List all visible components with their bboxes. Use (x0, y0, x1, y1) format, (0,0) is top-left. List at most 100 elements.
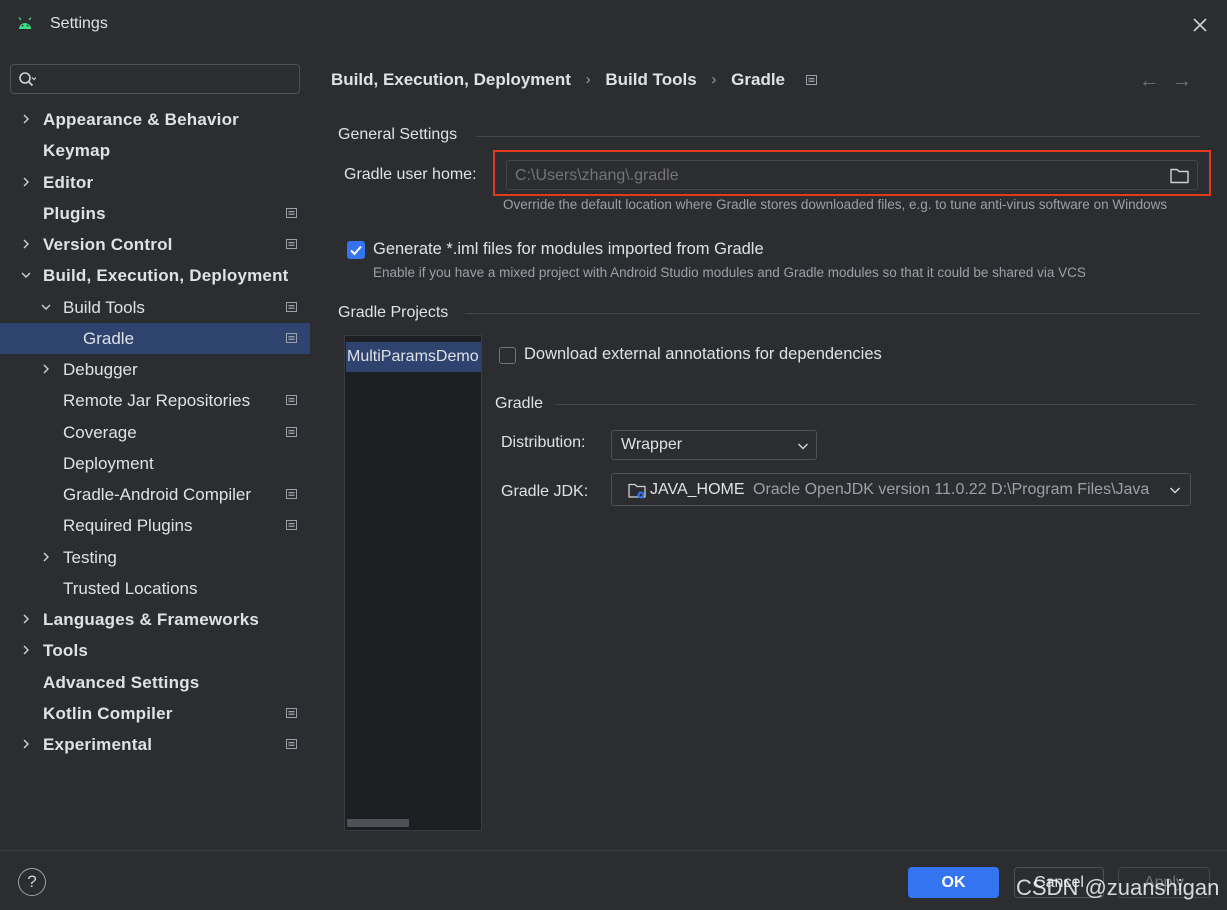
sidebar-item-label: Appearance & Behavior (43, 110, 239, 129)
gradle-projects-list[interactable]: MultiParamsDemo (344, 335, 482, 831)
project-level-icon (286, 395, 297, 405)
sidebar-item-label: Required Plugins (63, 516, 193, 535)
sidebar-item-label: Languages & Frameworks (43, 610, 260, 629)
gradle-jdk-label: Gradle JDK: (501, 483, 589, 500)
sidebar-item-remote-jar-repositories[interactable]: Remote Jar Repositories (0, 385, 310, 416)
ok-button[interactable]: OK (908, 867, 999, 898)
window-title: Settings (50, 15, 108, 32)
chevron-right-icon[interactable] (19, 175, 33, 189)
sidebar-item-trusted-locations[interactable]: Trusted Locations (0, 573, 310, 604)
sidebar-item-languages-frameworks[interactable]: Languages & Frameworks (0, 604, 310, 635)
sidebar-item-coverage[interactable]: Coverage (0, 417, 310, 448)
sidebar-item-build-tools[interactable]: Build Tools (0, 292, 310, 323)
general-settings-title: General Settings (338, 126, 458, 143)
distribution-dropdown[interactable]: Wrapper (611, 430, 817, 460)
sidebar-item-gradle-android-compiler[interactable]: Gradle-Android Compiler (0, 479, 310, 510)
chevron-down-icon[interactable] (39, 300, 53, 314)
generate-iml-hint: Enable if you have a mixed project with … (373, 265, 1086, 280)
search-box[interactable] (10, 64, 300, 94)
sidebar-item-keymap[interactable]: Keymap (0, 135, 310, 166)
chevron-right-icon[interactable] (39, 362, 53, 376)
generate-iml-checkbox[interactable] (347, 241, 365, 259)
project-list-item[interactable]: MultiParamsDemo (346, 342, 481, 372)
sidebar-item-label: Build Tools (63, 298, 145, 317)
sidebar-item-label: Remote Jar Repositories (63, 391, 251, 410)
breadcrumb-item-build-tools[interactable]: Build Tools (605, 70, 696, 90)
download-annotations-label[interactable]: Download external annotations for depend… (524, 345, 882, 364)
dialog-footer: ? OK Cancel Apply CSDN @zuanshigan (0, 850, 1227, 910)
gradle-jdk-dropdown[interactable]: JAVA_HOME Oracle OpenJDK version 11.0.22… (611, 473, 1191, 506)
sidebar-item-editor[interactable]: Editor (0, 167, 310, 198)
chevron-down-icon (797, 443, 809, 450)
sidebar-item-appearance-behavior[interactable]: Appearance & Behavior (0, 104, 310, 135)
distribution-label: Distribution: (501, 434, 586, 451)
jdk-name: JAVA_HOME (650, 481, 745, 498)
close-icon (1193, 18, 1207, 32)
project-level-icon (286, 739, 297, 749)
gradle-section-title: Gradle (495, 395, 544, 412)
chevron-right-icon[interactable] (19, 612, 33, 626)
android-icon (18, 17, 32, 29)
checkmark-icon (350, 245, 362, 256)
section-divider (476, 136, 1200, 137)
section-divider (555, 404, 1196, 405)
sidebar-item-label: Trusted Locations (63, 579, 198, 598)
sidebar-item-label: Build, Execution, Deployment (43, 266, 289, 285)
settings-content: Build, Execution, Deployment › Build Too… (310, 50, 1227, 850)
sidebar-item-testing[interactable]: Testing (0, 542, 310, 573)
breadcrumb-item-build-execution-deployment[interactable]: Build, Execution, Deployment (331, 70, 571, 90)
title-bar: Settings (0, 0, 1227, 50)
chevron-right-icon[interactable] (39, 550, 53, 564)
chevron-right-icon[interactable] (19, 737, 33, 751)
gradle-user-home-label: Gradle user home: (344, 166, 477, 183)
sidebar-item-kotlin-compiler[interactable]: Kotlin Compiler (0, 698, 310, 729)
breadcrumb: Build, Execution, Deployment › Build Too… (331, 69, 817, 90)
jdk-folder-icon (628, 483, 646, 499)
project-level-icon (286, 208, 297, 218)
project-level-icon (286, 520, 297, 530)
sidebar-item-label: Experimental (43, 735, 153, 754)
distribution-value: Wrapper (621, 436, 683, 453)
search-input[interactable] (51, 69, 291, 89)
close-button[interactable] (1188, 13, 1212, 37)
forward-arrow-icon[interactable]: → (1172, 70, 1194, 92)
help-button[interactable]: ? (18, 868, 46, 896)
sidebar-item-advanced-settings[interactable]: Advanced Settings (0, 667, 310, 698)
project-level-icon (286, 708, 297, 718)
section-divider (465, 313, 1200, 314)
sidebar-item-version-control[interactable]: Version Control (0, 229, 310, 260)
sidebar-item-label: Coverage (63, 423, 137, 442)
project-level-icon (286, 239, 297, 249)
chevron-right-icon[interactable] (19, 643, 33, 657)
settings-sidebar: Appearance & Behavior Keymap Editor Plugins… (0, 50, 310, 850)
chevron-right-icon[interactable] (19, 237, 33, 251)
sidebar-item-label: Debugger (63, 360, 138, 379)
sidebar-item-build-execution-deployment[interactable]: Build, Execution, Deployment (0, 260, 310, 291)
sidebar-item-label: Deployment (63, 454, 154, 473)
horizontal-scrollbar[interactable] (347, 819, 409, 827)
project-level-icon (286, 427, 297, 437)
project-level-icon (805, 70, 817, 90)
sidebar-item-gradle[interactable]: Gradle (0, 323, 310, 354)
project-level-icon (286, 489, 297, 499)
back-arrow-icon[interactable]: ← (1139, 70, 1161, 92)
download-annotations-checkbox[interactable] (499, 347, 516, 364)
sidebar-item-label: Tools (43, 641, 89, 660)
annotation-highlight-box (493, 150, 1211, 196)
sidebar-item-plugins[interactable]: Plugins (0, 198, 310, 229)
sidebar-item-experimental[interactable]: Experimental (0, 729, 310, 760)
sidebar-item-deployment[interactable]: Deployment (0, 448, 310, 479)
chevron-right-icon[interactable] (19, 112, 33, 126)
chevron-down-icon (1169, 487, 1181, 494)
project-name: MultiParamsDemo (347, 348, 479, 365)
sidebar-item-label: Testing (63, 548, 117, 567)
breadcrumb-separator: › (585, 71, 591, 89)
sidebar-item-tools[interactable]: Tools (0, 635, 310, 666)
generate-iml-label[interactable]: Generate *.iml files for modules importe… (373, 240, 764, 259)
gradle-projects-title: Gradle Projects (338, 304, 449, 321)
sidebar-item-label: Kotlin Compiler (43, 704, 173, 723)
chevron-down-icon[interactable] (19, 268, 33, 282)
sidebar-item-debugger[interactable]: Debugger (0, 354, 310, 385)
sidebar-item-required-plugins[interactable]: Required Plugins (0, 510, 310, 541)
sidebar-item-label: Gradle (83, 329, 135, 348)
